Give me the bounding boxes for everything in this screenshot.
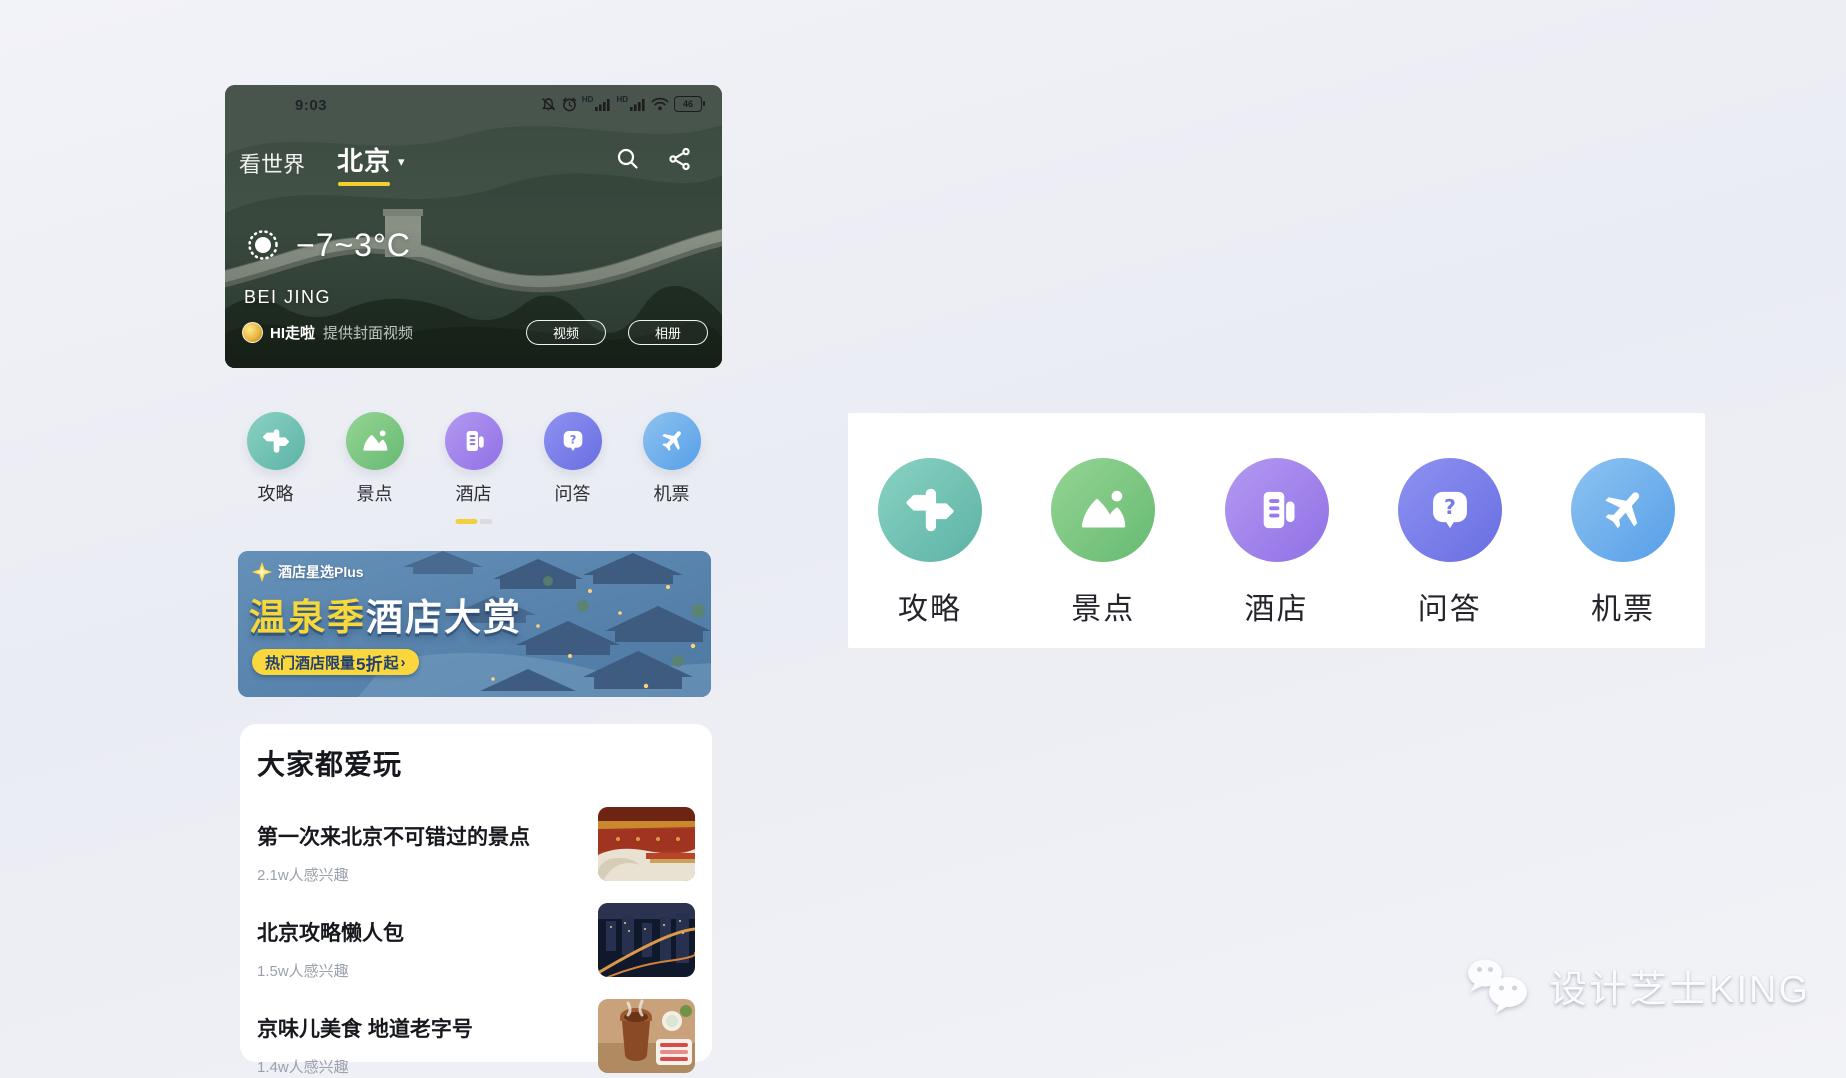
signpost-icon bbox=[901, 481, 959, 539]
nav-item-sights-large[interactable]: 景点 bbox=[1051, 458, 1155, 648]
nav-item-label: 攻略 bbox=[898, 584, 962, 628]
banner-title: 温泉季酒店大赏 bbox=[249, 587, 522, 641]
nav-item-flight-large[interactable]: 机票 bbox=[1571, 458, 1675, 648]
page-indicator-active bbox=[455, 519, 477, 524]
page-indicator-inactive bbox=[479, 519, 492, 524]
wifi-icon bbox=[651, 97, 669, 111]
svg-text:?: ? bbox=[569, 432, 576, 446]
share-icon[interactable] bbox=[668, 147, 692, 171]
question-icon: ? bbox=[1421, 481, 1479, 539]
forbidden-city-thumbnail bbox=[598, 807, 695, 881]
page-indicator bbox=[455, 519, 492, 524]
popular-section: 大家都爱玩 第一次来北京不可错过的景点 2.1w人感兴趣 bbox=[240, 724, 712, 1062]
hotel-icon bbox=[458, 425, 490, 457]
hotel-icon bbox=[1248, 481, 1306, 539]
star-badge-icon bbox=[251, 561, 273, 583]
list-item[interactable]: 第一次来北京不可错过的景点 2.1w人感兴趣 bbox=[257, 807, 695, 885]
city-night-thumbnail bbox=[598, 903, 695, 977]
network-hd-label: HD bbox=[582, 95, 594, 104]
provider-avatar[interactable] bbox=[242, 322, 263, 343]
nav-item-hotel-large[interactable]: 酒店 bbox=[1225, 458, 1329, 648]
city-selector-label: 北京 bbox=[337, 146, 391, 176]
promo-banner[interactable]: 酒店星选Plus 温泉季酒店大赏 热门酒店限量5折起› bbox=[238, 551, 711, 697]
chevron-right-icon: › bbox=[401, 654, 406, 671]
mountain-icon bbox=[1074, 481, 1132, 539]
signal-bars-icon bbox=[595, 98, 611, 111]
list-item[interactable]: 北京攻略懒人包 1.5w人感兴趣 bbox=[257, 903, 695, 981]
nav-item-label: 机票 bbox=[654, 480, 690, 506]
album-button[interactable]: 相册 bbox=[628, 320, 708, 345]
list-item-title: 北京攻略懒人包 bbox=[257, 917, 598, 947]
search-icon[interactable] bbox=[616, 147, 640, 171]
nav-item-label: 景点 bbox=[1071, 584, 1135, 628]
tab-world[interactable]: 看世界 bbox=[239, 147, 305, 179]
plane-icon bbox=[656, 425, 688, 457]
provider-credit-text: 提供封面视频 bbox=[323, 322, 413, 343]
signpost-icon bbox=[260, 425, 292, 457]
nav-item-hotel[interactable]: 酒店 bbox=[445, 412, 503, 506]
active-tab-underline bbox=[338, 182, 390, 186]
hero-cover-video[interactable]: 9:03 HD bbox=[225, 85, 722, 368]
watermark: 设计芝士KING bbox=[1463, 956, 1810, 1014]
nav-item-flight[interactable]: 机票 bbox=[643, 412, 701, 506]
question-icon: ? bbox=[557, 425, 589, 457]
nav-item-label: 攻略 bbox=[258, 480, 294, 506]
provider-name[interactable]: HI走啦 bbox=[270, 322, 315, 343]
network-hd-label: HD bbox=[616, 95, 628, 104]
plane-icon bbox=[1594, 481, 1652, 539]
mute-icon bbox=[540, 97, 557, 112]
quick-nav: 攻略 景点 bbox=[225, 412, 722, 506]
list-item-title: 京味儿美食 地道老字号 bbox=[257, 1013, 598, 1043]
city-selector[interactable]: 北京 ▾ bbox=[337, 141, 405, 186]
nav-item-label: 问答 bbox=[1418, 584, 1482, 628]
nav-item-label: 问答 bbox=[555, 480, 591, 506]
nav-item-label: 酒店 bbox=[456, 480, 492, 506]
nav-item-label: 景点 bbox=[357, 480, 393, 506]
svg-text:?: ? bbox=[1444, 495, 1456, 519]
city-name-en: BEI JING bbox=[244, 287, 331, 308]
nav-item-label: 机票 bbox=[1591, 584, 1655, 628]
signal-bars-icon bbox=[630, 98, 646, 111]
sun-icon bbox=[243, 225, 283, 265]
temperature-value: −7~3°C bbox=[296, 227, 411, 264]
nav-item-guide-large[interactable]: 攻略 bbox=[878, 458, 982, 648]
list-item-meta: 1.5w人感兴趣 bbox=[257, 960, 598, 981]
nav-item-sights[interactable]: 景点 bbox=[346, 412, 404, 506]
chevron-down-icon: ▾ bbox=[398, 154, 405, 170]
zoomed-icons-panel: 攻略 景点 bbox=[848, 413, 1705, 648]
battery-icon: 46 bbox=[674, 96, 702, 112]
nav-item-guide[interactable]: 攻略 bbox=[247, 412, 305, 506]
nav-item-label: 酒店 bbox=[1245, 584, 1309, 628]
weather-block: −7~3°C bbox=[243, 225, 411, 265]
section-title: 大家都爱玩 bbox=[257, 743, 695, 783]
status-bar: 9:03 HD bbox=[225, 95, 722, 117]
nav-item-qa-large[interactable]: ? 问答 bbox=[1398, 458, 1502, 648]
watermark-text: 设计芝士KING bbox=[1549, 958, 1810, 1013]
mountain-icon bbox=[359, 425, 391, 457]
clock-time: 9:03 bbox=[295, 97, 327, 114]
banner-brand-label: 酒店星选Plus bbox=[278, 562, 364, 582]
design-canvas: 9:03 HD bbox=[0, 0, 1846, 1078]
hotpot-thumbnail bbox=[598, 999, 695, 1073]
wechat-icon bbox=[1463, 956, 1535, 1014]
nav-item-qa[interactable]: ? 问答 bbox=[544, 412, 602, 506]
list-item-meta: 2.1w人感兴趣 bbox=[257, 864, 598, 885]
alarm-clock-icon bbox=[562, 97, 577, 112]
list-item-meta: 1.4w人感兴趣 bbox=[257, 1056, 598, 1077]
battery-level: 46 bbox=[683, 99, 693, 109]
phone-screenshot: 9:03 HD bbox=[225, 85, 722, 1062]
hero-header: 看世界 北京 ▾ bbox=[237, 141, 710, 181]
list-item-title: 第一次来北京不可错过的景点 bbox=[257, 821, 598, 851]
banner-cta-button[interactable]: 热门酒店限量5折起› bbox=[252, 649, 419, 675]
list-item[interactable]: 京味儿美食 地道老字号 1.4w人感兴趣 bbox=[257, 999, 695, 1077]
video-button[interactable]: 视频 bbox=[526, 320, 606, 345]
